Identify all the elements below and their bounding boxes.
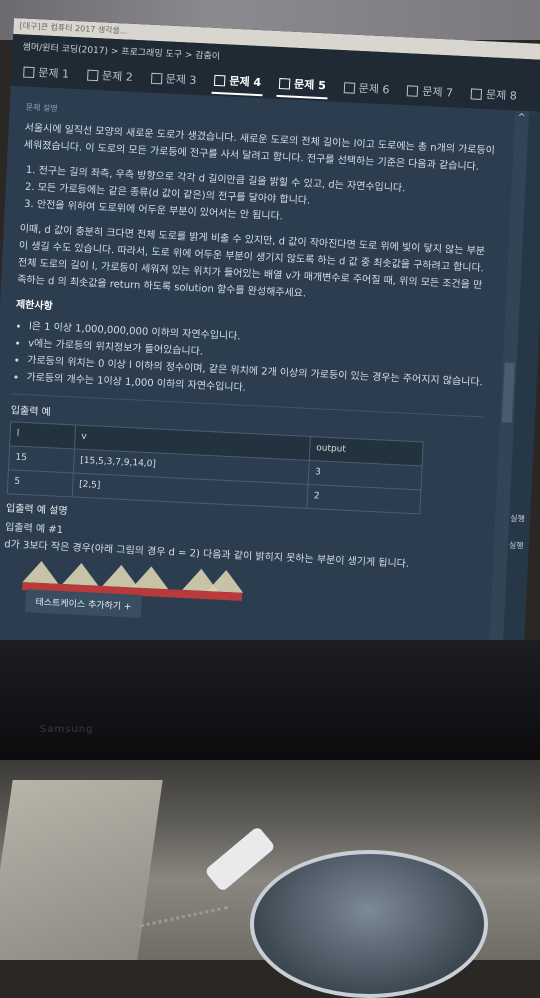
table-cell: 5 [7, 469, 74, 497]
monitor-brand-label: Samsung [40, 724, 94, 735]
tab-label: 문제 2 [101, 69, 134, 84]
light-cone [62, 562, 100, 586]
tab-label: 문제 8 [485, 88, 518, 103]
tab-label: 문제 4 [229, 74, 262, 90]
tab-label: 문제 6 [358, 81, 390, 97]
tab-problem-4[interactable]: 문제 4 [211, 67, 264, 97]
tab-label: 문제 1 [38, 66, 70, 81]
tab-label: 문제 7 [422, 85, 454, 100]
tab-problem-1[interactable]: 문제 1 [21, 59, 72, 85]
checkbox-icon [23, 66, 35, 78]
light-cone [207, 569, 245, 593]
checkbox-icon [150, 72, 162, 84]
tab-problem-3[interactable]: 문제 3 [148, 66, 199, 92]
tab-problem-8[interactable]: 문제 8 [468, 81, 519, 107]
table-cell: 15 [8, 445, 75, 473]
tab-label: 문제 3 [165, 72, 197, 87]
light-cone [22, 560, 60, 584]
tab-label: 문제 5 [293, 77, 327, 93]
run-label: 실행 [509, 513, 526, 524]
checkbox-icon [407, 84, 419, 97]
run-label: 실행 [508, 540, 524, 551]
tab-problem-6[interactable]: 문제 6 [341, 75, 392, 101]
table-cell: 2 [306, 484, 421, 514]
desk-reflection [0, 780, 163, 960]
tab-problem-2[interactable]: 문제 2 [84, 63, 135, 89]
tab-problem-5[interactable]: 문제 5 [276, 70, 329, 100]
plastic-cup [250, 850, 488, 998]
problem-body: 이때, d 값이 충분히 크다면 전체 도로를 밝게 비출 수 있지만, d 값… [16, 223, 486, 300]
checkbox-icon [214, 74, 226, 86]
checkbox-icon [86, 69, 99, 81]
light-cone [132, 565, 170, 590]
checkbox-icon [470, 87, 483, 100]
monitor-bezel [0, 640, 540, 760]
monitor-screen: [대구]큰 컴퓨터 2017 생각을... 썸머/윈터 코딩(2017) > 프… [0, 18, 540, 736]
scroll-up-icon[interactable]: ^ [517, 113, 525, 123]
checkbox-icon [278, 77, 291, 90]
table-header: l [9, 421, 76, 449]
tab-problem-7[interactable]: 문제 7 [405, 78, 456, 104]
checkbox-icon [343, 81, 355, 94]
